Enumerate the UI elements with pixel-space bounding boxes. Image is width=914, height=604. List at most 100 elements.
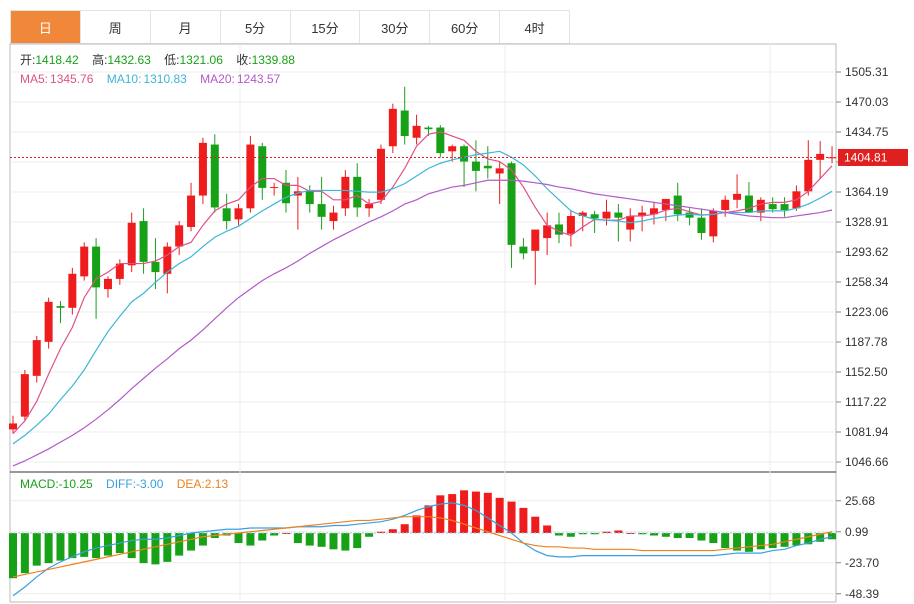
macd-bar	[424, 505, 433, 533]
macd-bar	[531, 516, 540, 533]
low-label: 低:	[164, 53, 179, 67]
macd-bar	[32, 533, 41, 566]
macd-bar	[329, 533, 338, 550]
candle	[614, 204, 623, 242]
candle-body	[721, 199, 730, 211]
ma10-legend-value: 1310.83	[143, 72, 187, 86]
diff-legend-value: -3.00	[136, 477, 164, 491]
candle-body	[175, 225, 184, 247]
candle	[258, 142, 267, 200]
price-tick-label: 1364.19	[845, 185, 889, 199]
candle	[32, 335, 41, 383]
price-tick-label: 1187.78	[845, 335, 888, 349]
candle-body	[816, 153, 825, 160]
candle-body	[32, 340, 41, 376]
macd-tick-label: 0.99	[845, 525, 869, 539]
macd-bar	[756, 533, 765, 550]
macd-bar	[400, 524, 409, 533]
macd-bar	[780, 533, 789, 547]
ohlc-legend: 开:1418.42 高:1432.63 低:1321.06 收:1339.88	[20, 52, 295, 67]
candle-body	[198, 142, 207, 196]
candle-body	[365, 204, 374, 209]
current-price-marker: 1404.81	[10, 148, 908, 166]
price-tick-label: 1293.62	[845, 245, 889, 259]
candle	[816, 141, 825, 179]
candle	[543, 212, 552, 256]
macd-bar	[828, 533, 837, 540]
candle-body	[44, 301, 53, 342]
macd-bar	[127, 533, 136, 559]
macd-bar	[234, 533, 243, 544]
candle	[436, 124, 445, 158]
price-tick-label: 1152.50	[845, 365, 888, 379]
macd-bar	[56, 533, 65, 561]
candle	[44, 297, 53, 349]
candle	[721, 195, 730, 217]
candle-body	[412, 125, 421, 138]
candle	[329, 205, 338, 230]
macd-bar	[768, 533, 777, 549]
ma5-line	[12, 131, 833, 435]
candle	[80, 242, 89, 281]
macd-bar	[198, 533, 207, 546]
candle-body	[139, 221, 148, 262]
macd-legend-value: -10.25	[59, 477, 93, 491]
macd-bar	[353, 533, 362, 549]
candle-body	[9, 423, 17, 430]
candle	[626, 208, 635, 242]
candle	[68, 267, 77, 315]
macd-tick-label: -23.70	[845, 556, 879, 570]
candle	[531, 229, 540, 285]
candle-body	[424, 127, 433, 130]
candle-body	[92, 246, 101, 288]
candle	[376, 144, 385, 205]
macd-bar	[709, 533, 718, 544]
macd-bar	[92, 533, 101, 559]
svg-text:MA5:1345.76 MA10:1310.83: MA5: 1345.76 MA10: 1310.83 MA20: 1243.57	[20, 72, 281, 86]
candle-body	[20, 374, 29, 417]
candle	[103, 276, 112, 298]
macd-bar	[388, 529, 397, 533]
macd-bar	[436, 495, 445, 533]
macd-bar	[187, 533, 196, 551]
candle	[198, 137, 207, 205]
candle	[187, 182, 196, 232]
macd-bar	[697, 533, 706, 541]
candle	[163, 242, 172, 294]
candle-body	[566, 215, 575, 234]
candle	[495, 161, 504, 205]
candle-body	[210, 144, 219, 208]
ma20-line	[12, 179, 833, 467]
candle-body	[471, 161, 480, 171]
price-tick-label: 1434.75	[845, 125, 889, 139]
candle	[697, 208, 706, 240]
high-value: 1432.63	[107, 53, 151, 67]
macd-bar	[103, 533, 112, 556]
price-tick-label: 1223.06	[845, 305, 889, 319]
macd-bar	[507, 501, 516, 533]
price-chart: 1505.311470.031434.751399.481364.191328.…	[9, 43, 908, 603]
moving-average-lines	[12, 131, 833, 467]
macd-bar	[305, 533, 314, 546]
candle	[175, 221, 184, 256]
candle-body	[234, 208, 243, 220]
macd-bar	[744, 533, 753, 552]
candle-body	[460, 146, 469, 162]
grid-lines	[10, 44, 836, 602]
macd-bar	[661, 533, 670, 537]
candle	[828, 146, 837, 164]
candle-body	[519, 246, 528, 254]
candle	[566, 210, 575, 247]
candle	[222, 193, 231, 230]
ma-legend: MA5: 1345.76 MA10: 1310.83 MA20: 1243.57	[20, 72, 281, 86]
ma5-legend-value: 1345.76	[50, 72, 94, 86]
candle	[282, 170, 291, 213]
dea-legend-label: DEA:	[177, 477, 205, 491]
svg-text:开:1418.42 高:1432.63: 开:1418.42 高:1432.63 低:1321.06 收:1339.88	[20, 52, 295, 67]
macd-bar	[721, 533, 730, 549]
candle-body	[400, 110, 409, 137]
close-label: 收:	[236, 53, 251, 67]
candle-body	[68, 273, 77, 308]
macd-histogram	[9, 490, 837, 579]
plot-border	[9, 43, 837, 603]
